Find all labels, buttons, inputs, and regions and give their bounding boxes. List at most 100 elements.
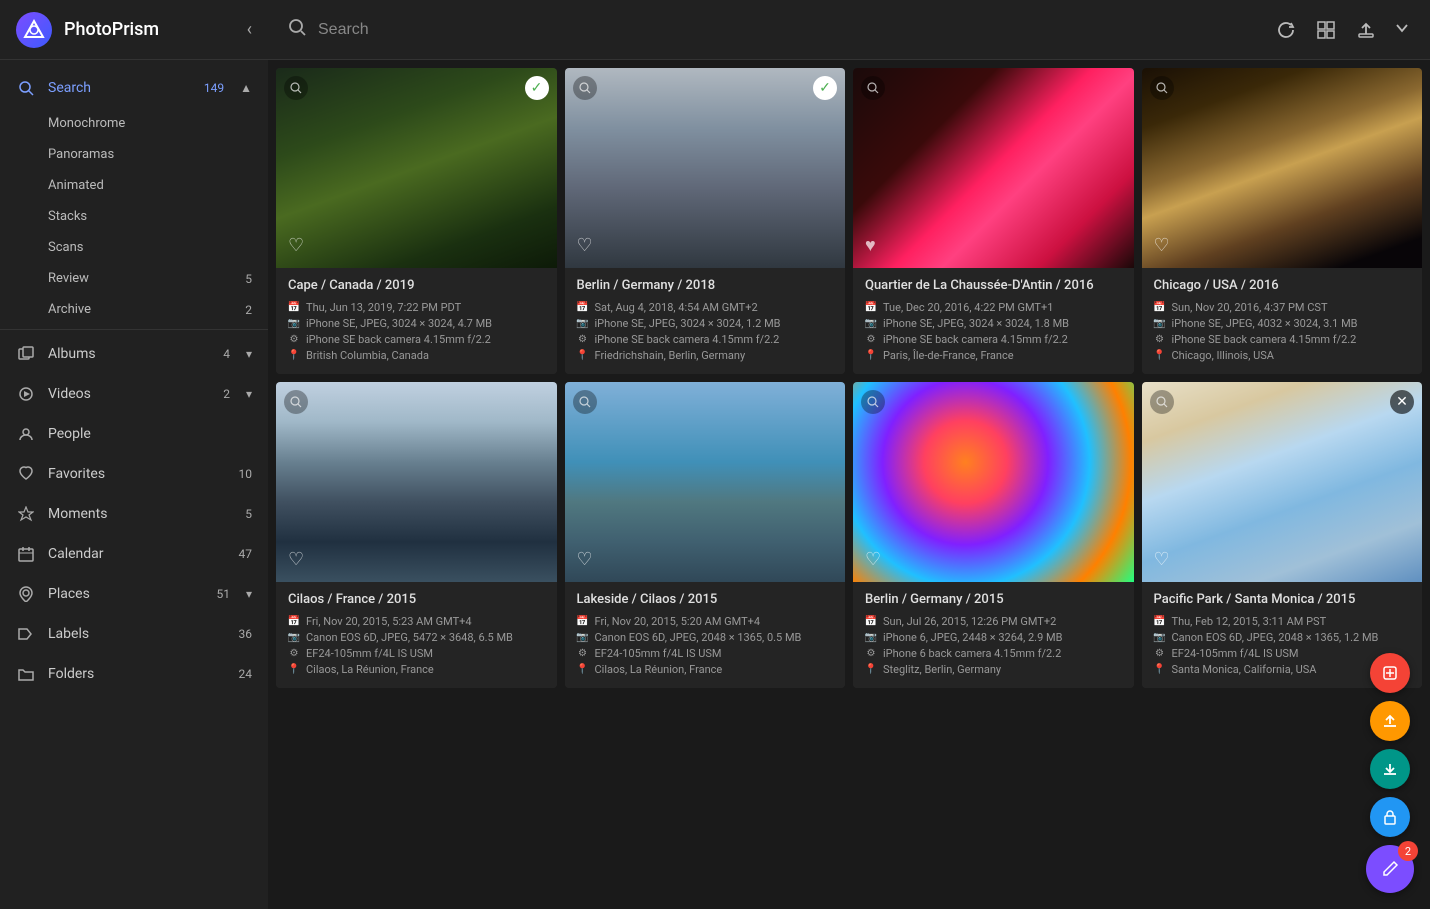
sidebar-sub-archive-badge: 2 <box>245 303 252 317</box>
sidebar-sub-animated[interactable]: Animated <box>0 170 268 201</box>
sidebar-favorites-badge: 10 <box>239 467 253 481</box>
photo-title-7: Berlin / Germany / 2015 <box>865 592 1122 607</box>
photo-card-6[interactable]: ♡ Lakeside / Cilaos / 2015 📅 Fri, Nov 20… <box>565 382 846 688</box>
albums-expand-icon[interactable]: ▾ <box>246 347 252 361</box>
sidebar-item-moments[interactable]: Moments 5 <box>0 494 268 534</box>
location-meta-icon-5: 📍 <box>288 664 300 676</box>
sidebar-sub-archive[interactable]: Archive 2 <box>0 294 268 325</box>
photo-grid-container: ✓ ♡ Cape / Canada / 2019 📅 Thu, Jun 13, … <box>268 60 1430 909</box>
fab-purple-wrapper: 2 <box>1366 845 1414 893</box>
photo-image-4: ♡ <box>1142 68 1423 268</box>
photo-card-5[interactable]: ♡ Cilaos / France / 2015 📅 Fri, Nov 20, … <box>276 382 557 688</box>
sidebar-sub-monochrome-label: Monochrome <box>48 116 125 131</box>
sidebar-sub-review-badge: 5 <box>245 272 252 286</box>
photo-heart-6[interactable]: ♡ <box>577 549 593 570</box>
photo-card-7[interactable]: ♡ Berlin / Germany / 2015 📅 Sun, Jul 26,… <box>853 382 1134 688</box>
photo-zoom-icon-1[interactable] <box>284 76 308 100</box>
photo-title-4: Chicago / USA / 2016 <box>1154 278 1411 293</box>
photo-zoom-icon-4[interactable] <box>1150 76 1174 100</box>
photo-card-3[interactable]: ♥ Quartier de La Chaussée-D'Antin / 2016… <box>853 68 1134 374</box>
fab-download-button[interactable] <box>1370 749 1410 789</box>
photo-title-2: Berlin / Germany / 2018 <box>577 278 834 293</box>
fab-teal-wrapper <box>1370 749 1410 789</box>
sidebar-search-label: Search <box>48 80 192 96</box>
grid-view-button[interactable] <box>1314 18 1338 42</box>
photo-card-1[interactable]: ✓ ♡ Cape / Canada / 2019 📅 Thu, Jun 13, … <box>276 68 557 374</box>
sidebar-item-albums[interactable]: Albums 4 ▾ <box>0 334 268 374</box>
photo-zoom-icon-2[interactable] <box>573 76 597 100</box>
location-meta-icon-2: 📍 <box>577 350 589 362</box>
sidebar-item-people[interactable]: People <box>0 414 268 454</box>
sidebar-sub-scans[interactable]: Scans <box>0 232 268 263</box>
sidebar-collapse-button[interactable]: ‹ <box>247 19 252 40</box>
sidebar-item-search[interactable]: Search 149 ▲ <box>0 68 268 108</box>
fab-upload-button[interactable] <box>1370 701 1410 741</box>
photo-grid: ✓ ♡ Cape / Canada / 2019 📅 Thu, Jun 13, … <box>276 68 1422 688</box>
sidebar-places-badge: 51 <box>216 587 230 601</box>
photo-close-button-8[interactable]: ✕ <box>1390 390 1414 414</box>
photo-heart-2[interactable]: ♡ <box>577 235 593 256</box>
sidebar-item-places[interactable]: Places 51 ▾ <box>0 574 268 614</box>
fab-orange-wrapper <box>1370 701 1410 741</box>
app-logo <box>16 12 52 48</box>
sidebar-sub-monochrome[interactable]: Monochrome <box>0 108 268 139</box>
sidebar-item-videos[interactable]: Videos 2 ▾ <box>0 374 268 414</box>
photo-heart-1[interactable]: ♡ <box>288 235 304 256</box>
photo-image-1: ✓ ♡ <box>276 68 557 268</box>
videos-expand-icon[interactable]: ▾ <box>246 387 252 401</box>
photo-heart-3[interactable]: ♥ <box>865 235 876 256</box>
sidebar-search-expand-icon[interactable]: ▲ <box>240 81 252 95</box>
labels-icon <box>16 624 36 644</box>
upload-button[interactable] <box>1354 18 1378 42</box>
photo-heart-5[interactable]: ♡ <box>288 549 304 570</box>
photo-camera-1: 📷 iPhone SE, JPEG, 3024 × 3024, 4.7 MB <box>288 317 545 330</box>
camera-meta-icon-8: 📷 <box>1154 632 1166 644</box>
photo-check-icon-1[interactable]: ✓ <box>525 76 549 100</box>
topbar-actions <box>1274 18 1410 42</box>
photo-heart-8[interactable]: ♡ <box>1154 549 1170 570</box>
fab-lock-button[interactable] <box>1370 797 1410 837</box>
lens-meta-icon-4: ⚙ <box>1154 334 1166 346</box>
photo-heart-4[interactable]: ♡ <box>1154 235 1170 256</box>
fab-red-button[interactable] <box>1370 653 1410 693</box>
sidebar-item-folders[interactable]: Folders 24 <box>0 654 268 694</box>
videos-icon <box>16 384 36 404</box>
sidebar: PhotoPrism ‹ Search 149 ▲ Monochrome Pan… <box>0 0 268 909</box>
photo-card-8[interactable]: ✕ ♡ Pacific Park / Santa Monica / 2015 📅… <box>1142 382 1423 688</box>
albums-icon <box>16 344 36 364</box>
photo-zoom-icon-7[interactable] <box>861 390 885 414</box>
photo-check-icon-2[interactable]: ✓ <box>813 76 837 100</box>
photo-card-4[interactable]: ♡ Chicago / USA / 2016 📅 Sun, Nov 20, 20… <box>1142 68 1423 374</box>
photo-heart-7[interactable]: ♡ <box>865 549 881 570</box>
sidebar-sub-stacks[interactable]: Stacks <box>0 201 268 232</box>
photo-card-2[interactable]: ✓ ♡ Berlin / Germany / 2018 📅 Sat, Aug 4… <box>565 68 846 374</box>
sidebar-moments-label: Moments <box>48 506 233 522</box>
sidebar-item-labels[interactable]: Labels 36 <box>0 614 268 654</box>
sidebar-item-favorites[interactable]: Favorites 10 <box>0 454 268 494</box>
sidebar-albums-label: Albums <box>48 346 211 362</box>
sidebar-people-label: People <box>48 426 252 442</box>
photo-zoom-icon-8[interactable] <box>1150 390 1174 414</box>
photo-zoom-icon-5[interactable] <box>284 390 308 414</box>
photo-location-2: 📍 Friedrichshain, Berlin, Germany <box>577 349 834 362</box>
sidebar-search-badge: 149 <box>204 81 224 95</box>
sidebar-sub-review[interactable]: Review 5 <box>0 263 268 294</box>
photo-zoom-icon-3[interactable] <box>861 76 885 100</box>
sidebar-places-label: Places <box>48 586 204 602</box>
lens-meta-icon-8: ⚙ <box>1154 648 1166 660</box>
photo-lens-1: ⚙ iPhone SE back camera 4.15mm f/2.2 <box>288 333 545 346</box>
places-expand-icon[interactable]: ▾ <box>246 587 252 601</box>
photo-title-6: Lakeside / Cilaos / 2015 <box>577 592 834 607</box>
location-meta-icon-1: 📍 <box>288 350 300 362</box>
photo-zoom-icon-6[interactable] <box>573 390 597 414</box>
camera-meta-icon-4: 📷 <box>1154 318 1166 330</box>
refresh-button[interactable] <box>1274 18 1298 42</box>
search-input[interactable] <box>318 21 1262 39</box>
photo-info-4: Chicago / USA / 2016 📅 Sun, Nov 20, 2016… <box>1142 268 1423 374</box>
photo-meta-3: 📅 Tue, Dec 20, 2016, 4:22 PM GMT+1 📷 iPh… <box>865 301 1122 362</box>
sidebar-labels-label: Labels <box>48 626 227 642</box>
sidebar-folders-label: Folders <box>48 666 227 682</box>
sidebar-item-calendar[interactable]: Calendar 47 <box>0 534 268 574</box>
sidebar-sub-panoramas[interactable]: Panoramas <box>0 139 268 170</box>
topbar-chevron-button[interactable] <box>1394 20 1410 40</box>
